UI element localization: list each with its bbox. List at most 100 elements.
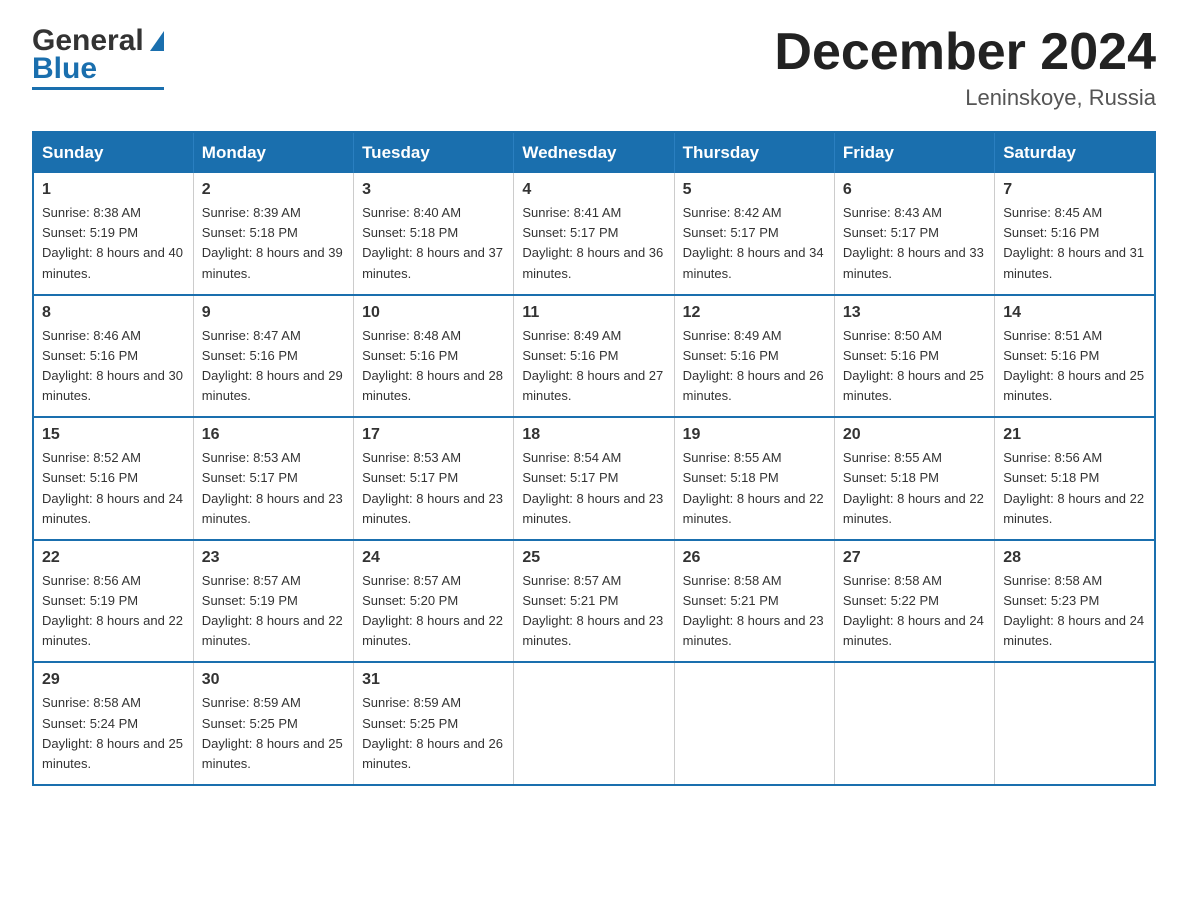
day-number: 4 — [522, 181, 665, 199]
calendar-cell: 10 Sunrise: 8:48 AMSunset: 5:16 PMDayligh… — [354, 295, 514, 418]
col-header-friday: Friday — [834, 132, 994, 173]
day-number: 31 — [362, 671, 505, 689]
day-number: 28 — [1003, 549, 1146, 567]
calendar-cell: 19Sunrise: 8:55 AMSunset: 5:18 PMDayligh… — [674, 417, 834, 540]
day-info: Sunrise: 8:40 AMSunset: 5:18 PMDaylight:… — [362, 203, 505, 284]
calendar-cell: 20Sunrise: 8:55 AMSunset: 5:18 PMDayligh… — [834, 417, 994, 540]
calendar-cell: 31 Sunrise: 8:59 AMSunset: 5:25 PMDayligh… — [354, 662, 514, 785]
day-info: Sunrise: 8:52 AMSunset: 5:16 PMDaylight:… — [42, 448, 185, 529]
col-header-sunday: Sunday — [33, 132, 193, 173]
day-info: Sunrise: 8:57 AMSunset: 5:21 PMDaylight:… — [522, 571, 665, 652]
title-block: December 2024 Leninskoye, Russia — [774, 24, 1156, 111]
day-number: 26 — [683, 549, 826, 567]
calendar-cell: 9 Sunrise: 8:47 AMSunset: 5:16 PMDaylight… — [193, 295, 353, 418]
calendar-cell: 1Sunrise: 8:38 AMSunset: 5:19 PMDaylight… — [33, 173, 193, 295]
logo-flag-icon — [146, 31, 164, 51]
day-info: Sunrise: 8:58 AMSunset: 5:24 PMDaylight:… — [42, 693, 185, 774]
calendar-cell: 18Sunrise: 8:54 AMSunset: 5:17 PMDayligh… — [514, 417, 674, 540]
day-info: Sunrise: 8:55 AMSunset: 5:18 PMDaylight:… — [683, 448, 826, 529]
day-info: Sunrise: 8:43 AMSunset: 5:17 PMDaylight:… — [843, 203, 986, 284]
day-number: 30 — [202, 671, 345, 689]
calendar-cell — [514, 662, 674, 785]
calendar-cell: 4 Sunrise: 8:41 AMSunset: 5:17 PMDaylight… — [514, 173, 674, 295]
calendar-cell: 25 Sunrise: 8:57 AMSunset: 5:21 PMDayligh… — [514, 540, 674, 663]
day-number: 25 — [522, 549, 665, 567]
day-number: 17 — [362, 426, 505, 444]
month-title: December 2024 — [774, 24, 1156, 81]
day-info: Sunrise: 8:55 AMSunset: 5:18 PMDaylight:… — [843, 448, 986, 529]
day-info: Sunrise: 8:59 AMSunset: 5:25 PMDaylight:… — [362, 693, 505, 774]
calendar-cell: 30 Sunrise: 8:59 AMSunset: 5:25 PMDayligh… — [193, 662, 353, 785]
calendar-table: SundayMondayTuesdayWednesdayThursdayFrid… — [32, 131, 1156, 786]
calendar-cell: 28 Sunrise: 8:58 AMSunset: 5:23 PMDayligh… — [995, 540, 1155, 663]
day-info: Sunrise: 8:58 AMSunset: 5:21 PMDaylight:… — [683, 571, 826, 652]
calendar-header-row: SundayMondayTuesdayWednesdayThursdayFrid… — [33, 132, 1155, 173]
calendar-cell: 15 Sunrise: 8:52 AMSunset: 5:16 PMDayligh… — [33, 417, 193, 540]
day-number: 15 — [42, 426, 185, 444]
day-info: Sunrise: 8:58 AMSunset: 5:22 PMDaylight:… — [843, 571, 986, 652]
calendar-week-row: 29 Sunrise: 8:58 AMSunset: 5:24 PMDayligh… — [33, 662, 1155, 785]
calendar-cell: 2 Sunrise: 8:39 AMSunset: 5:18 PMDaylight… — [193, 173, 353, 295]
day-number: 12 — [683, 304, 826, 322]
day-number: 29 — [42, 671, 185, 689]
calendar-cell: 27Sunrise: 8:58 AMSunset: 5:22 PMDayligh… — [834, 540, 994, 663]
calendar-cell: 21Sunrise: 8:56 AMSunset: 5:18 PMDayligh… — [995, 417, 1155, 540]
day-number: 16 — [202, 426, 345, 444]
calendar-week-row: 1Sunrise: 8:38 AMSunset: 5:19 PMDaylight… — [33, 173, 1155, 295]
day-number: 6 — [843, 181, 986, 199]
day-number: 11 — [522, 304, 665, 322]
calendar-cell — [834, 662, 994, 785]
col-header-tuesday: Tuesday — [354, 132, 514, 173]
calendar-week-row: 8 Sunrise: 8:46 AMSunset: 5:16 PMDaylight… — [33, 295, 1155, 418]
day-number: 1 — [42, 181, 185, 199]
calendar-week-row: 22Sunrise: 8:56 AMSunset: 5:19 PMDayligh… — [33, 540, 1155, 663]
day-info: Sunrise: 8:49 AMSunset: 5:16 PMDaylight:… — [683, 326, 826, 407]
day-number: 14 — [1003, 304, 1146, 322]
calendar-cell: 29 Sunrise: 8:58 AMSunset: 5:24 PMDayligh… — [33, 662, 193, 785]
day-info: Sunrise: 8:58 AMSunset: 5:23 PMDaylight:… — [1003, 571, 1146, 652]
day-number: 24 — [362, 549, 505, 567]
day-info: Sunrise: 8:53 AMSunset: 5:17 PMDaylight:… — [202, 448, 345, 529]
day-number: 23 — [202, 549, 345, 567]
calendar-cell: 13Sunrise: 8:50 AMSunset: 5:16 PMDayligh… — [834, 295, 994, 418]
calendar-cell: 14 Sunrise: 8:51 AMSunset: 5:16 PMDayligh… — [995, 295, 1155, 418]
logo: General Blue — [32, 24, 164, 90]
col-header-wednesday: Wednesday — [514, 132, 674, 173]
logo-underline — [32, 87, 164, 90]
day-number: 18 — [522, 426, 665, 444]
day-info: Sunrise: 8:39 AMSunset: 5:18 PMDaylight:… — [202, 203, 345, 284]
col-header-saturday: Saturday — [995, 132, 1155, 173]
day-info: Sunrise: 8:41 AMSunset: 5:17 PMDaylight:… — [522, 203, 665, 284]
calendar-cell: 7Sunrise: 8:45 AMSunset: 5:16 PMDaylight… — [995, 173, 1155, 295]
calendar-cell: 22Sunrise: 8:56 AMSunset: 5:19 PMDayligh… — [33, 540, 193, 663]
day-number: 9 — [202, 304, 345, 322]
day-info: Sunrise: 8:51 AMSunset: 5:16 PMDaylight:… — [1003, 326, 1146, 407]
day-number: 2 — [202, 181, 345, 199]
day-info: Sunrise: 8:49 AMSunset: 5:16 PMDaylight:… — [522, 326, 665, 407]
day-info: Sunrise: 8:59 AMSunset: 5:25 PMDaylight:… — [202, 693, 345, 774]
day-info: Sunrise: 8:50 AMSunset: 5:16 PMDaylight:… — [843, 326, 986, 407]
day-info: Sunrise: 8:57 AMSunset: 5:19 PMDaylight:… — [202, 571, 345, 652]
calendar-cell: 5Sunrise: 8:42 AMSunset: 5:17 PMDaylight… — [674, 173, 834, 295]
calendar-cell: 16 Sunrise: 8:53 AMSunset: 5:17 PMDayligh… — [193, 417, 353, 540]
logo-line2: Blue — [32, 52, 97, 86]
calendar-cell: 26 Sunrise: 8:58 AMSunset: 5:21 PMDayligh… — [674, 540, 834, 663]
calendar-cell: 6 Sunrise: 8:43 AMSunset: 5:17 PMDaylight… — [834, 173, 994, 295]
calendar-cell: 23 Sunrise: 8:57 AMSunset: 5:19 PMDayligh… — [193, 540, 353, 663]
calendar-cell — [995, 662, 1155, 785]
day-info: Sunrise: 8:56 AMSunset: 5:19 PMDaylight:… — [42, 571, 185, 652]
calendar-cell: 8 Sunrise: 8:46 AMSunset: 5:16 PMDaylight… — [33, 295, 193, 418]
col-header-monday: Monday — [193, 132, 353, 173]
day-info: Sunrise: 8:57 AMSunset: 5:20 PMDaylight:… — [362, 571, 505, 652]
calendar-cell: 24 Sunrise: 8:57 AMSunset: 5:20 PMDayligh… — [354, 540, 514, 663]
day-number: 10 — [362, 304, 505, 322]
day-number: 8 — [42, 304, 185, 322]
day-info: Sunrise: 8:48 AMSunset: 5:16 PMDaylight:… — [362, 326, 505, 407]
calendar-cell: 11 Sunrise: 8:49 AMSunset: 5:16 PMDayligh… — [514, 295, 674, 418]
page-header: General Blue December 2024 Leninskoye, R… — [32, 24, 1156, 111]
day-info: Sunrise: 8:47 AMSunset: 5:16 PMDaylight:… — [202, 326, 345, 407]
day-info: Sunrise: 8:53 AMSunset: 5:17 PMDaylight:… — [362, 448, 505, 529]
day-number: 3 — [362, 181, 505, 199]
day-info: Sunrise: 8:46 AMSunset: 5:16 PMDaylight:… — [42, 326, 185, 407]
calendar-cell: 17 Sunrise: 8:53 AMSunset: 5:17 PMDayligh… — [354, 417, 514, 540]
